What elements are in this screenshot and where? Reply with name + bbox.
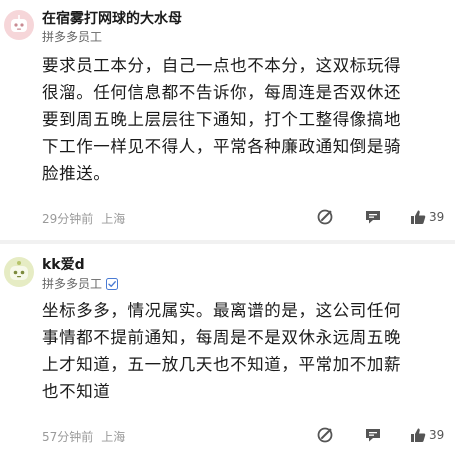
robot-face-icon bbox=[4, 257, 34, 287]
reply-button[interactable] bbox=[364, 426, 382, 444]
comment-meta: 57分钟前 上海 bbox=[42, 428, 125, 445]
edit-button[interactable] bbox=[316, 426, 334, 444]
comment-item: 在宿雾打网球的大水母 拼多多员工 要求员工本分，自己一点也不本分，这双标玩得 很… bbox=[0, 0, 455, 242]
edit-icon bbox=[317, 209, 333, 225]
comment-icon bbox=[366, 429, 380, 442]
role-label: 拼多多员工 bbox=[42, 277, 103, 291]
comment-body: 要求员工本分，自己一点也不本分，这双标玩得 很溜。任何信息都不告诉你，每周连是否… bbox=[42, 52, 447, 187]
verified-icon bbox=[106, 277, 119, 290]
comment-line: 事情都不提前通知，每周是不是双休永远周五晚 bbox=[42, 328, 402, 347]
comment-body: 坐标多多，情况属实。最离谱的是，这公司任何 事情都不提前通知，每周是不是双休永远… bbox=[42, 297, 447, 405]
like-button[interactable]: 39 bbox=[410, 426, 444, 444]
comment-line: 上才知道，五一放几天也不知道，平常加不加薪 bbox=[42, 355, 402, 374]
thumbs-up-icon bbox=[411, 428, 426, 442]
username[interactable]: kk爱d bbox=[42, 254, 85, 274]
like-button[interactable]: 39 bbox=[410, 208, 444, 226]
username[interactable]: 在宿雾打网球的大水母 bbox=[42, 8, 182, 28]
user-role: 拼多多员工 bbox=[42, 28, 102, 45]
user-role: 拼多多员工 bbox=[42, 275, 119, 292]
comment-line: 要到周五晚上层层往下通知，打个工整得像搞地 bbox=[42, 110, 402, 129]
comment-meta: 29分钟前 上海 bbox=[42, 210, 125, 227]
edit-button[interactable] bbox=[316, 208, 334, 226]
timestamp: 57分钟前 bbox=[42, 430, 94, 444]
comment-line: 很溜。任何信息都不告诉你，每周连是否双休还 bbox=[42, 83, 402, 102]
comment-icon bbox=[366, 211, 380, 224]
comment-line: 也不知道 bbox=[42, 382, 111, 401]
divider bbox=[0, 240, 455, 244]
avatar[interactable] bbox=[4, 257, 34, 287]
timestamp: 29分钟前 bbox=[42, 212, 94, 226]
reply-button[interactable] bbox=[364, 208, 382, 226]
avatar[interactable] bbox=[4, 10, 34, 40]
role-label: 拼多多员工 bbox=[42, 30, 103, 44]
comment-line: 下工作一样见不得人，平常各种廉政通知倒是骑 bbox=[42, 137, 402, 156]
location: 上海 bbox=[101, 212, 126, 226]
robot-face-icon bbox=[4, 10, 34, 40]
comment-line: 要求员工本分，自己一点也不本分，这双标玩得 bbox=[42, 56, 402, 75]
edit-icon bbox=[317, 427, 333, 443]
comment-line: 脸推送。 bbox=[42, 164, 111, 183]
like-count: 39 bbox=[429, 428, 445, 442]
location: 上海 bbox=[101, 430, 126, 444]
like-count: 39 bbox=[429, 210, 445, 224]
comment-line: 坐标多多，情况属实。最离谱的是，这公司任何 bbox=[42, 301, 402, 320]
thumbs-up-icon bbox=[411, 210, 426, 224]
